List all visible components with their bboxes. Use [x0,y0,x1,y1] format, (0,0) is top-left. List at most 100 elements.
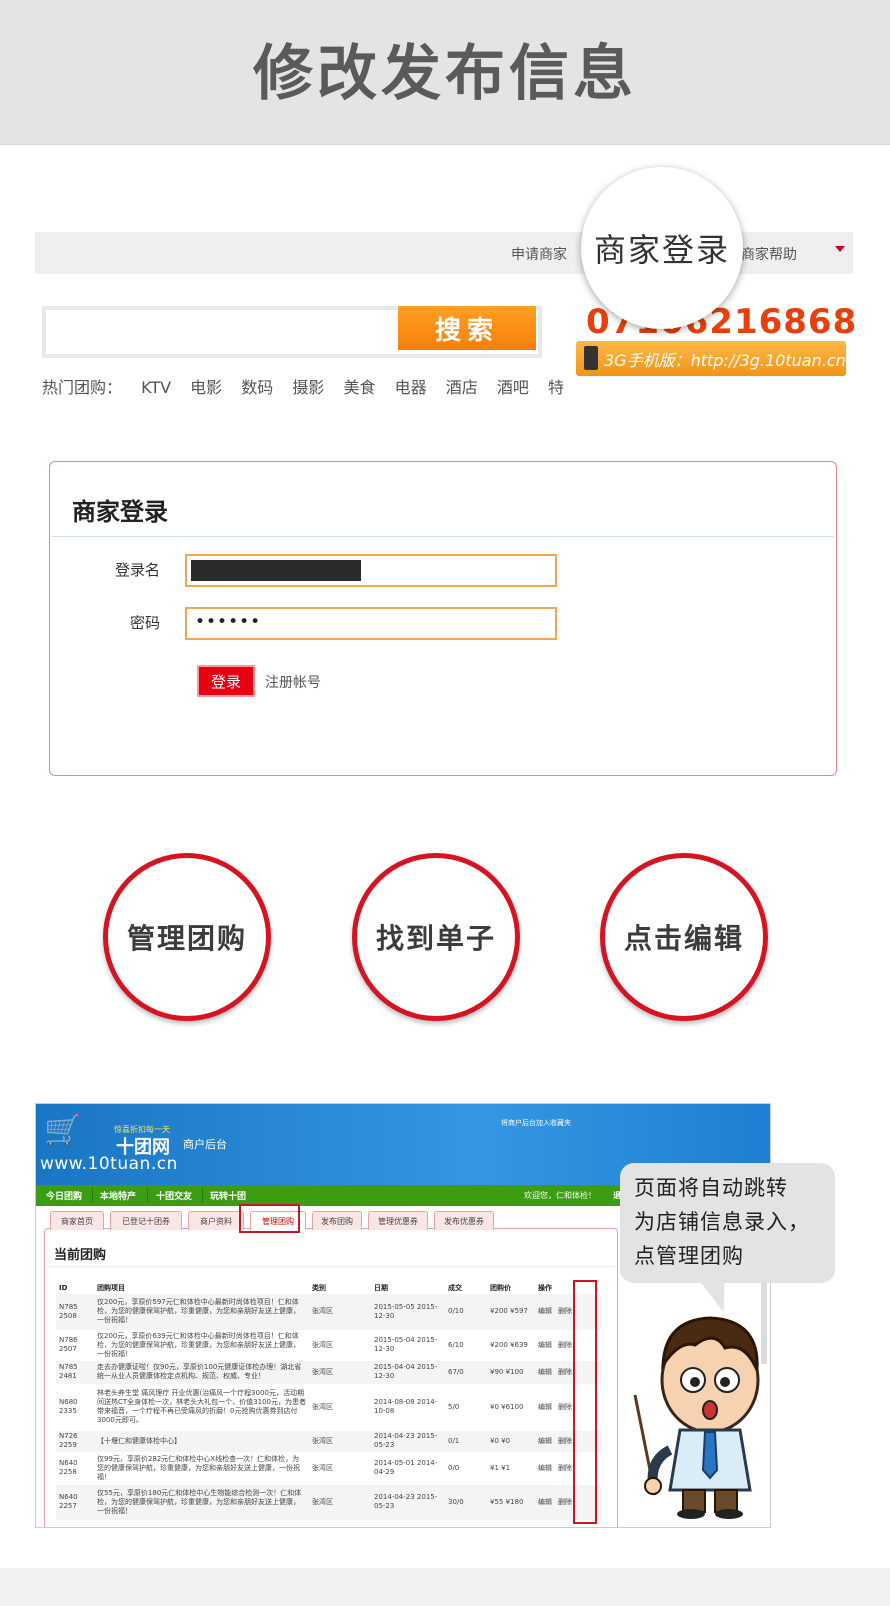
nav-local[interactable]: 本地特产 [100,1189,136,1202]
cell-date: 2015-04-04 2015-12-30 [371,1360,445,1385]
cell-item: 林老头养生堂 痛风理疗 开业优惠(治痛风一个疗程3000元，活动期间送热CT全身… [94,1384,309,1431]
cell-deals: 6/10 [445,1330,487,1361]
cell-id: N785 2481 [56,1360,94,1385]
cell-id: N726 2259 [56,1430,94,1453]
cell-price: ¥1 ¥1 [487,1452,535,1485]
cell-deals: 0/1 [445,1430,487,1453]
nav-divider [92,1188,93,1203]
delete-link[interactable]: 删除 [558,1307,572,1315]
delete-link[interactable]: 删除 [558,1341,572,1349]
cell-category: 张湾区 [309,1360,371,1385]
hot-item[interactable]: 特 [548,378,564,397]
nav-social[interactable]: 十团交友 [156,1189,192,1202]
edit-link[interactable]: 编辑 [538,1403,552,1411]
delete-link[interactable]: 删除 [558,1403,572,1411]
dropdown-caret-icon[interactable] [835,246,845,252]
cell-price: ¥200 ¥597 [487,1294,535,1331]
cell-date: 2015-05-05 2015-12-30 [371,1294,445,1331]
cell-id: N640 2258 [56,1452,94,1485]
username-field[interactable] [185,554,557,587]
edit-link[interactable]: 编辑 [538,1341,552,1349]
cell-item: 【十堰仁和健康体检中心】 [94,1430,309,1453]
cell-price: ¥90 ¥100 [487,1360,535,1385]
hot-item[interactable]: 摄影 [292,378,324,397]
login-button[interactable]: 登录 [197,665,255,697]
tab-publish-coupons[interactable]: 发布优惠券 [434,1211,494,1230]
password-field[interactable]: •••••• [185,607,557,640]
cell-category: 张湾区 [309,1452,371,1485]
hot-item[interactable]: 电器 [395,378,427,397]
table-row: N786 2507 仅200元，享原价639元仁和体检中心最新时尚体检项目！仁和体… [56,1330,601,1361]
hot-item[interactable]: KTV [141,378,171,397]
phone-icon [584,346,598,370]
delete-link[interactable]: 删除 [558,1498,572,1506]
hot-item[interactable]: 酒吧 [497,378,529,397]
edit-link[interactable]: 编辑 [538,1368,552,1376]
cell-item: 仅200元，享原价639元仁和体检中心最新时尚体检项目！仁和体检，为您的健康保驾… [94,1330,309,1361]
cell-item: 仅99元，享原价282元仁和体检中心X线检查一次！仁和体检，为您的健康保驾护航，… [94,1452,309,1485]
cell-date: 2014-08-08 2014-10-08 [371,1384,445,1431]
register-link[interactable]: 注册帐号 [265,672,321,692]
cell-category: 张湾区 [309,1484,371,1521]
search-button[interactable]: 搜索 [398,306,536,350]
tab-registered-coupons[interactable]: 已登记十团券 [110,1211,182,1230]
nav-divider [147,1188,148,1203]
cell-price: ¥0 ¥6100 [487,1384,535,1431]
col-id: ID [59,1283,68,1292]
cell-deals: 0/10 [445,1294,487,1331]
mobile-site-banner[interactable]: 3G手机版：http://3g.10tuan.cn [576,341,846,376]
login-panel: 商家登录 登录名 密码 •••••• 登录 注册帐号 [49,461,837,776]
cartoon-guide-illustration [633,1316,760,1519]
cell-id: N680 2335 [56,1384,94,1431]
cell-category: 张湾区 [309,1294,371,1331]
hot-item[interactable]: 电影 [190,378,222,397]
hot-label: 热门团购： [42,378,123,397]
nav-guide[interactable]: 玩转十团 [210,1189,246,1202]
delete-link[interactable]: 删除 [558,1437,572,1445]
highlight-actions-column [573,1280,597,1524]
edit-link[interactable]: 编辑 [538,1307,552,1315]
merchant-help-link[interactable]: 商家帮助 [741,244,797,264]
step-click-edit: 点击编辑 [600,853,768,1021]
table-row: N785 2508 仅200元，享原价597元仁和体检中心最新时尚体检项目！仁和体… [56,1294,601,1331]
cell-price: ¥0 ¥0 [487,1430,535,1453]
hot-item[interactable]: 酒店 [446,378,478,397]
cell-price: ¥55 ¥180 [487,1484,535,1521]
edit-link[interactable]: 编辑 [538,1498,552,1506]
cell-item: 仅55元，享原价180元仁和体检中心生物能综合检测一次！仁和体检，为您的健康保驾… [94,1484,309,1521]
hot-item[interactable]: 数码 [241,378,273,397]
col-date: 日期 [374,1283,388,1292]
tab-profile[interactable]: 商户资料 [188,1211,244,1230]
nav-today[interactable]: 今日团购 [46,1189,82,1202]
edit-link[interactable]: 编辑 [538,1464,552,1472]
cell-date: 2015-05-04 2015-12-30 [371,1330,445,1361]
highlight-manage-tab [239,1204,300,1233]
hot-categories: 热门团购： KTV 电影 数码 摄影 美食 电器 酒店 酒吧 特 [42,374,578,398]
cell-date: 2014-04-23 2015-05-23 [371,1430,445,1453]
cell-deals: 5/0 [445,1384,487,1431]
merchant-login-magnified-link[interactable]: 商家登录 [581,167,743,329]
table-row: N726 2259 【十堰仁和健康体检中心】 张湾区 2014-04-23 2015-… [56,1430,601,1453]
col-deals: 成交 [448,1283,462,1292]
cell-item: 仅200元，享原价597元仁和体检中心最新时尚体检项目！仁和体检，为您的健康保驾… [94,1294,309,1331]
add-favorite-link[interactable]: 将商户后台加入收藏夹 [501,1118,571,1128]
callout-line: 为店铺信息录入， [634,1210,810,1234]
footer-bar [0,1568,890,1606]
cell-category: 张湾区 [309,1430,371,1453]
site-url: www.10tuan.cn [40,1154,178,1174]
hot-item[interactable]: 美食 [344,378,376,397]
delete-link[interactable]: 删除 [558,1368,572,1376]
tab-manage-coupons[interactable]: 管理优惠券 [368,1211,428,1230]
banner-title: 修改发布信息 [253,39,637,109]
cell-date: 2014-05-01 2014-04-29 [371,1452,445,1485]
tab-publish-groupbuy[interactable]: 发布团购 [312,1211,362,1230]
tab-home[interactable]: 商家首页 [50,1211,104,1230]
table-row: N680 2335 林老头养生堂 痛风理疗 开业优惠(治痛风一个疗程3000元，活… [56,1384,601,1431]
password-label: 密码 [129,614,160,632]
cell-date: 2014-04-23 2015-05-23 [371,1484,445,1521]
apply-merchant-link[interactable]: 申请商家 [511,244,567,264]
edit-link[interactable]: 编辑 [538,1437,552,1445]
delete-link[interactable]: 删除 [558,1464,572,1472]
nav-divider [202,1188,203,1203]
redacted-username [191,560,361,581]
